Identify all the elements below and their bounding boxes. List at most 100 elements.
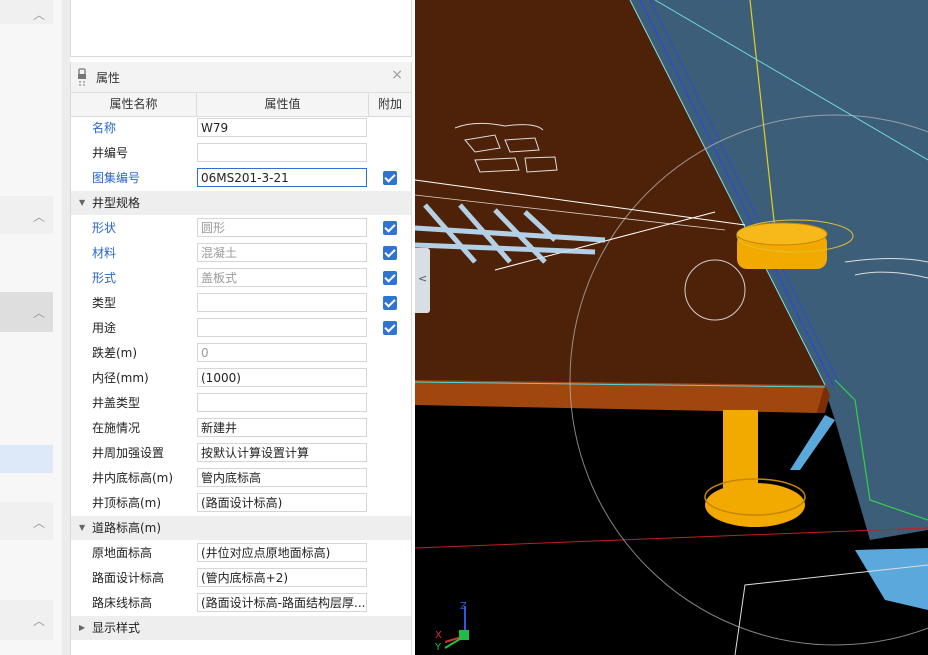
left-panel-strip: ︿ ︿ ︿ ︿ ︿ xyxy=(0,0,62,655)
property-value-input[interactable]: 新建井 xyxy=(197,418,367,437)
property-row-reinforcement[interactable]: 井周加强设置 按默认计算设置计算 xyxy=(71,441,411,466)
top-empty-panel xyxy=(70,0,412,57)
property-value-input[interactable]: (1000) xyxy=(197,368,367,387)
property-label: 原地面标高 xyxy=(92,546,153,560)
group-well-spec[interactable]: ▼ 井型规格 xyxy=(71,191,411,215)
group-display-style[interactable]: ▶ 显示样式 xyxy=(71,616,411,640)
property-label: 形状 xyxy=(92,221,117,235)
property-value-input[interactable]: (路面设计标高) xyxy=(197,493,367,512)
left-section-3[interactable]: ︿ xyxy=(0,292,53,332)
axis-y-label: Y xyxy=(434,642,442,653)
extra-checkbox[interactable] xyxy=(383,221,397,235)
group-label: 道路标高(m) xyxy=(92,521,162,535)
property-label: 路床线标高 xyxy=(92,596,153,610)
property-label: 材料 xyxy=(92,246,117,260)
axis-z-label: Z xyxy=(460,601,467,612)
property-value-input[interactable] xyxy=(197,393,367,412)
property-row-cover-type[interactable]: 井盖类型 xyxy=(71,391,411,416)
property-value-input[interactable] xyxy=(197,143,367,162)
property-label: 类型 xyxy=(92,296,117,310)
property-row-usage[interactable]: 用途 xyxy=(71,316,411,341)
property-row-drop[interactable]: 跌差(m) 0 xyxy=(71,341,411,366)
property-label: 形式 xyxy=(92,271,117,285)
left-section-4[interactable]: ︿ xyxy=(0,502,53,540)
extra-checkbox[interactable] xyxy=(383,321,397,335)
property-label: 用途 xyxy=(92,321,117,335)
property-label: 图集编号 xyxy=(92,171,141,185)
manhole-base xyxy=(705,483,805,527)
property-row-original-ground[interactable]: 原地面标高 (井位对应点原地面标高) xyxy=(71,541,411,566)
property-row-bottom-elevation[interactable]: 井内底标高(m) 管内底标高 xyxy=(71,466,411,491)
group-label: 显示样式 xyxy=(92,621,141,635)
property-value-input[interactable]: 0 xyxy=(197,343,367,362)
property-value-input[interactable]: 管内底标高 xyxy=(197,468,367,487)
property-value-input[interactable]: (井位对应点原地面标高) xyxy=(197,543,367,562)
panel-separator xyxy=(62,0,70,655)
property-value-input[interactable]: (管内底标高+2) xyxy=(197,568,367,587)
group-road-elevation[interactable]: ▼ 道路标高(m) xyxy=(71,516,411,540)
property-row-form[interactable]: 形式 盖板式 xyxy=(71,266,411,291)
properties-header: 属性 × xyxy=(71,62,411,93)
collapse-triangle-icon[interactable]: ▼ xyxy=(79,516,85,540)
property-label: 跌差(m) xyxy=(92,346,138,360)
chevron-up-icon[interactable]: ︿ xyxy=(31,514,47,530)
property-value-input[interactable]: 圆形 xyxy=(197,218,367,237)
properties-title: 属性 xyxy=(96,71,121,85)
property-value-input[interactable] xyxy=(197,293,367,312)
left-section-1[interactable]: ︿ xyxy=(0,0,53,24)
extra-checkbox[interactable] xyxy=(383,271,397,285)
column-header: 属性名称 属性值 附加 xyxy=(71,93,411,117)
property-label: 名称 xyxy=(92,121,117,135)
chevron-left-icon[interactable]: < xyxy=(418,272,427,285)
extra-checkbox[interactable] xyxy=(383,171,397,185)
left-selected-item[interactable] xyxy=(0,445,53,473)
property-row-well-number[interactable]: 井编号 xyxy=(71,141,411,166)
property-row-name[interactable]: 名称 W79 xyxy=(71,116,411,141)
property-value-input[interactable]: 混凝土 xyxy=(197,243,367,262)
property-row-type[interactable]: 类型 xyxy=(71,291,411,316)
collapse-triangle-icon[interactable]: ▼ xyxy=(79,191,85,215)
left-section-2[interactable]: ︿ xyxy=(0,196,53,234)
property-label: 井内底标高(m) xyxy=(92,471,174,485)
close-icon[interactable]: × xyxy=(391,67,403,83)
chevron-up-icon[interactable]: ︿ xyxy=(31,304,47,320)
property-label: 在施情况 xyxy=(92,421,141,435)
extra-checkbox[interactable] xyxy=(383,246,397,260)
property-value-input[interactable] xyxy=(197,318,367,337)
property-row-inner-diameter[interactable]: 内径(mm) (1000) xyxy=(71,366,411,391)
pin-icon[interactable] xyxy=(77,66,87,88)
extra-checkbox[interactable] xyxy=(383,296,397,310)
axis-x-label: X xyxy=(435,630,442,641)
property-row-construction-status[interactable]: 在施情况 新建井 xyxy=(71,416,411,441)
property-label: 井编号 xyxy=(92,146,129,160)
property-row-shape[interactable]: 形状 圆形 xyxy=(71,216,411,241)
property-value-input[interactable]: 盖板式 xyxy=(197,268,367,287)
chevron-up-icon[interactable]: ︿ xyxy=(31,612,47,628)
viewport-scene[interactable]: Z X Y xyxy=(415,0,928,655)
property-row-road-design[interactable]: 路面设计标高 (管内底标高+2) xyxy=(71,566,411,591)
properties-panel: 属性 × 属性名称 属性值 附加 名称 W79 井编号 图集编号 06MS201… xyxy=(70,62,412,655)
expand-triangle-icon[interactable]: ▶ xyxy=(79,616,85,640)
column-header-value[interactable]: 属性值 xyxy=(197,93,369,116)
property-row-material[interactable]: 材料 混凝土 xyxy=(71,241,411,266)
property-label: 井盖类型 xyxy=(92,396,141,410)
left-section-5[interactable]: ︿ xyxy=(0,600,53,640)
property-row-subgrade[interactable]: 路床线标高 (路面设计标高-路面结构层厚... xyxy=(71,591,411,616)
group-label: 井型规格 xyxy=(92,196,141,210)
property-value-input[interactable]: W79 xyxy=(197,118,367,137)
property-label: 井顶标高(m) xyxy=(92,496,162,510)
column-header-extra[interactable]: 附加 xyxy=(369,93,411,116)
3d-viewport[interactable]: Z X Y xyxy=(415,0,928,655)
property-row-atlas-number[interactable]: 图集编号 06MS201-3-21 xyxy=(71,166,411,191)
column-header-name[interactable]: 属性名称 xyxy=(71,93,197,116)
property-label: 路面设计标高 xyxy=(92,571,165,585)
property-label: 内径(mm) xyxy=(92,371,149,385)
chevron-up-icon[interactable]: ︿ xyxy=(31,208,47,224)
panel-collapse-handle[interactable]: < xyxy=(415,248,430,313)
property-value-input[interactable]: 06MS201-3-21 xyxy=(197,168,367,187)
property-row-top-elevation[interactable]: 井顶标高(m) (路面设计标高) xyxy=(71,491,411,516)
property-value-input[interactable]: 按默认计算设置计算 xyxy=(197,443,367,462)
chevron-up-icon[interactable]: ︿ xyxy=(31,6,47,22)
property-label: 井周加强设置 xyxy=(92,446,165,460)
property-value-input[interactable]: (路面设计标高-路面结构层厚... xyxy=(197,593,367,612)
